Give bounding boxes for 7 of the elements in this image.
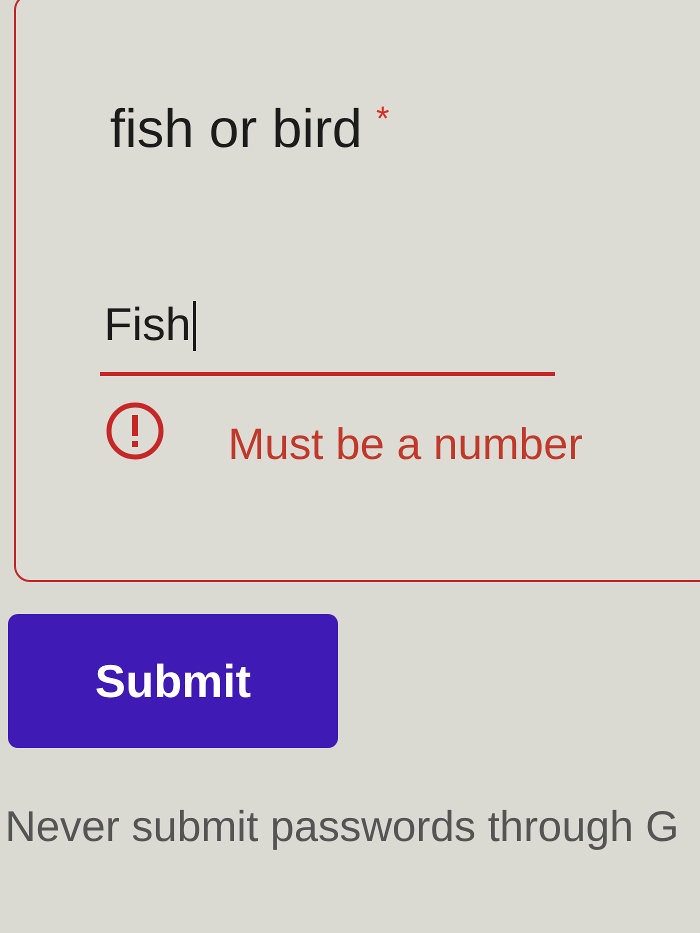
- password-warning-text: Never submit passwords through G: [5, 806, 679, 849]
- question-title: fish or bird: [110, 102, 362, 156]
- required-asterisk: *: [376, 102, 390, 136]
- error-message: Must be a number: [228, 423, 583, 467]
- answer-field[interactable]: Fish: [100, 290, 555, 376]
- error-icon: [106, 402, 164, 460]
- submit-button[interactable]: Submit: [8, 614, 338, 748]
